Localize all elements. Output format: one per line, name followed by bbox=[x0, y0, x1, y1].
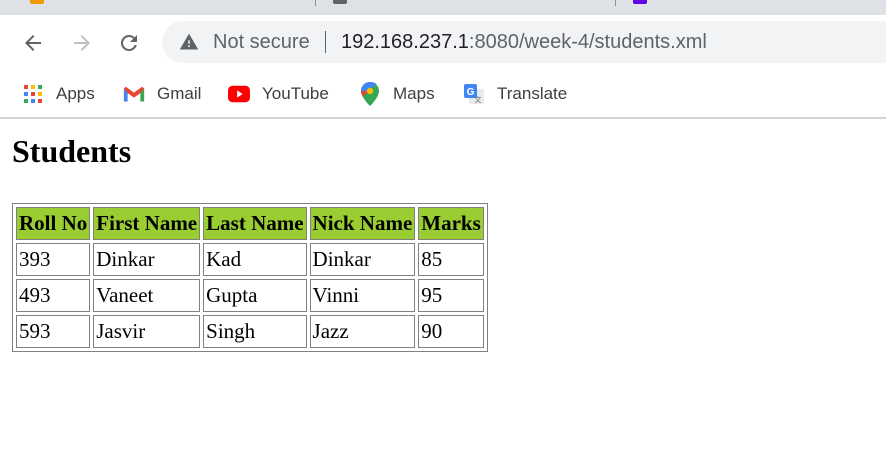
youtube-icon bbox=[228, 83, 250, 105]
tab-favicon-2[interactable] bbox=[333, 0, 347, 4]
translate-icon: G 文 bbox=[463, 83, 485, 105]
bookmark-youtube[interactable]: YouTube bbox=[228, 79, 329, 109]
cell-nick-name: Dinkar bbox=[309, 243, 416, 276]
cell-first-name: Dinkar bbox=[93, 243, 201, 276]
table-row: 493 Vaneet Gupta Vinni 95 bbox=[16, 279, 484, 312]
browser-toolbar: Not secure 192.168.237.1:8080/week-4/stu… bbox=[0, 15, 886, 71]
cell-nick-name: Vinni bbox=[309, 279, 416, 312]
bookmark-label: Gmail bbox=[157, 84, 202, 103]
cell-roll-no: 593 bbox=[16, 315, 91, 348]
cell-nick-name: Jazz bbox=[309, 315, 416, 348]
page-title: Students bbox=[12, 133, 132, 169]
tab-separator bbox=[615, 0, 616, 6]
forward-button[interactable] bbox=[66, 27, 98, 59]
back-arrow-icon bbox=[25, 35, 41, 51]
cell-marks: 95 bbox=[418, 279, 484, 312]
bookmark-label: Translate bbox=[497, 84, 568, 103]
table-header-row: Roll No First Name Last Name Nick Name M… bbox=[16, 207, 484, 240]
address-divider bbox=[325, 31, 326, 53]
svg-text:文: 文 bbox=[475, 95, 482, 104]
tab-favicon-3[interactable] bbox=[633, 0, 647, 4]
bookmark-label: YouTube bbox=[262, 84, 329, 103]
page-content: Students Roll No First Name Last Name Ni… bbox=[0, 119, 886, 462]
cell-first-name: Vaneet bbox=[93, 279, 201, 312]
cell-marks: 85 bbox=[418, 243, 484, 276]
cell-last-name: Gupta bbox=[203, 279, 307, 312]
tab-favicon-1[interactable] bbox=[30, 0, 44, 4]
header-marks: Marks bbox=[418, 207, 484, 240]
maps-icon bbox=[359, 82, 381, 106]
table-row: 593 Jasvir Singh Jazz 90 bbox=[16, 315, 484, 348]
svg-text:G: G bbox=[467, 87, 475, 98]
back-button[interactable] bbox=[17, 27, 49, 59]
apps-grid-icon bbox=[22, 83, 44, 105]
cell-last-name: Kad bbox=[203, 243, 307, 276]
bookmarks-bar: Apps Gmail YouTube Maps G 文 Translate bbox=[0, 71, 886, 117]
bookmark-label: Maps bbox=[393, 84, 435, 103]
header-first-name: First Name bbox=[93, 207, 201, 240]
not-secure-warning-icon[interactable] bbox=[179, 32, 199, 52]
address-bar[interactable]: Not secure 192.168.237.1:8080/week-4/stu… bbox=[162, 21, 886, 63]
cell-roll-no: 393 bbox=[16, 243, 91, 276]
cell-first-name: Jasvir bbox=[93, 315, 201, 348]
url-path: :8080/week-4/students.xml bbox=[468, 31, 707, 53]
tab-separator bbox=[315, 0, 316, 6]
tab-strip bbox=[0, 0, 886, 15]
bookmark-gmail[interactable]: Gmail bbox=[123, 79, 201, 109]
cell-last-name: Singh bbox=[203, 315, 307, 348]
cell-marks: 90 bbox=[418, 315, 484, 348]
bookmark-translate[interactable]: G 文 Translate bbox=[463, 79, 567, 109]
students-table: Roll No First Name Last Name Nick Name M… bbox=[12, 203, 488, 352]
security-label[interactable]: Not secure bbox=[213, 31, 310, 54]
bookmark-maps[interactable]: Maps bbox=[359, 79, 435, 109]
bookmark-apps[interactable]: Apps bbox=[22, 79, 95, 109]
reload-icon bbox=[121, 35, 137, 51]
table-row: 393 Dinkar Kad Dinkar 85 bbox=[16, 243, 484, 276]
url-host: 192.168.237.1 bbox=[341, 31, 469, 53]
header-last-name: Last Name bbox=[203, 207, 307, 240]
header-nick-name: Nick Name bbox=[309, 207, 416, 240]
forward-arrow-icon bbox=[74, 35, 90, 51]
header-roll-no: Roll No bbox=[16, 207, 91, 240]
reload-button[interactable] bbox=[113, 27, 145, 59]
gmail-icon bbox=[123, 83, 145, 105]
bookmark-label: Apps bbox=[56, 84, 95, 103]
cell-roll-no: 493 bbox=[16, 279, 91, 312]
url-text[interactable]: 192.168.237.1:8080/week-4/students.xml bbox=[341, 31, 707, 54]
